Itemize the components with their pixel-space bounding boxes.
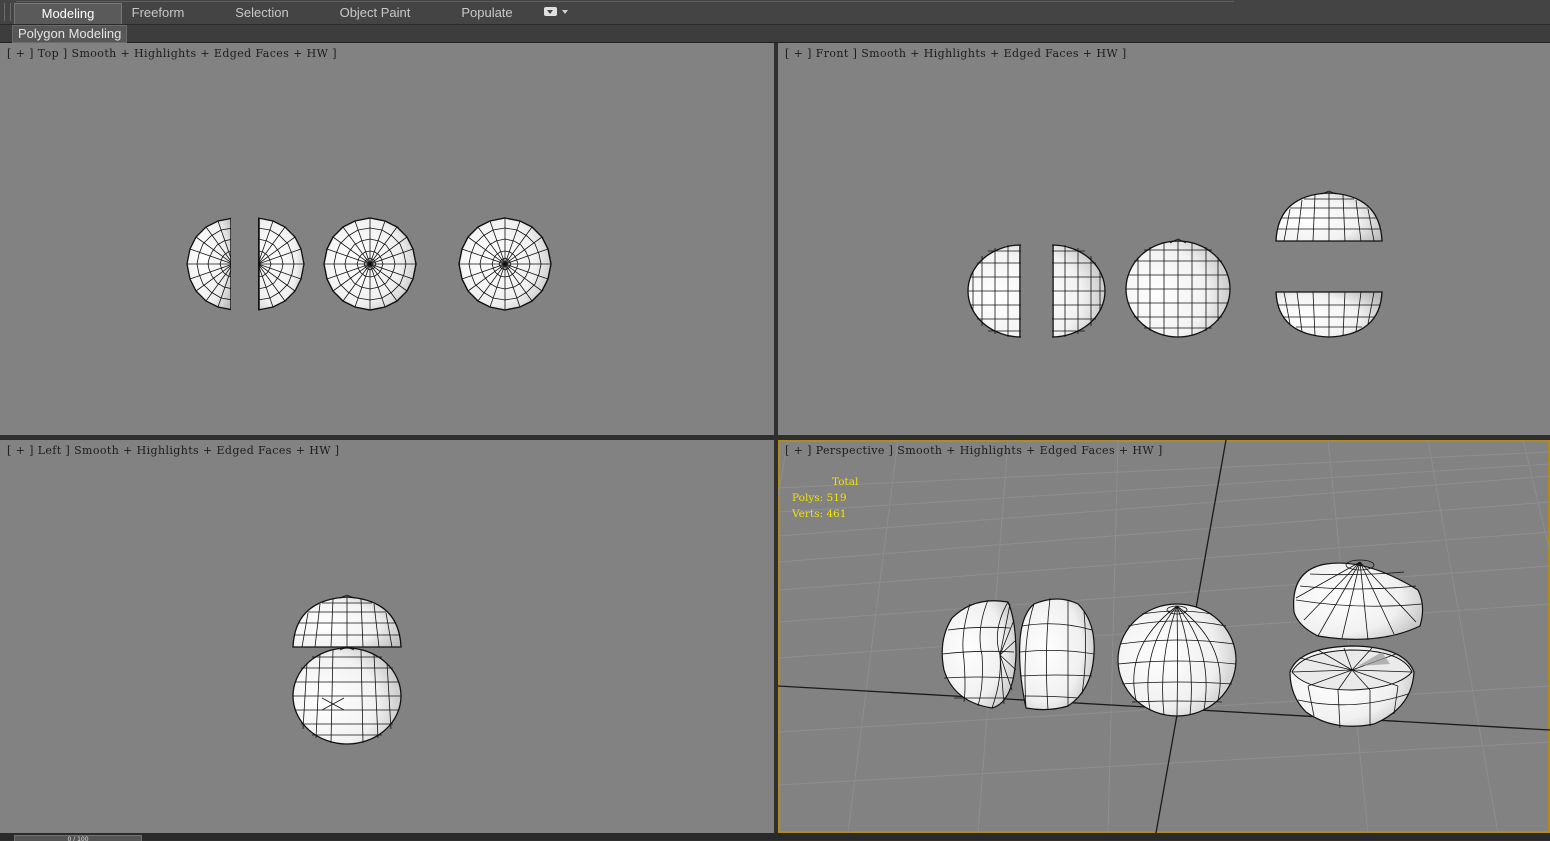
front-bottom-hemisphere (1275, 291, 1383, 338)
left-sphere (292, 646, 402, 745)
persp-sphere (1117, 603, 1237, 717)
ribbon-panel-bar: Polygon Modeling (0, 25, 1550, 43)
viewport-left[interactable]: [ + ] Left ] Smooth + Highlights + Edged… (0, 440, 774, 833)
sphere-top-view-1 (323, 217, 417, 311)
front-top-hemisphere (1275, 190, 1383, 242)
viewport-perspective[interactable]: [ + ] Perspective ] Smooth + Highlights … (778, 440, 1550, 833)
perspective-scene (778, 440, 1550, 833)
persp-split-left-half (941, 599, 1017, 709)
viewport-front[interactable]: [ + ] Front ] Smooth + Highlights + Edge… (778, 43, 1550, 435)
time-slider[interactable]: 0 / 100 (14, 835, 142, 841)
front-sphere (1125, 238, 1231, 338)
tab-object-paint[interactable]: Object Paint (333, 3, 417, 23)
viewport-front-label[interactable]: [ + ] Front ] Smooth + Highlights + Edge… (785, 47, 1127, 60)
tab-populate[interactable]: Populate (452, 3, 522, 23)
split-sphere-left-half (186, 217, 231, 311)
viewport-perspective-label[interactable]: [ + ] Perspective ] Smooth + Highlights … (785, 444, 1163, 457)
left-top-hemisphere (292, 594, 402, 648)
viewport-top[interactable]: [ + ] Top ] Smooth + Highlights + Edged … (0, 43, 774, 435)
time-slider-bar: 0 / 100 (0, 833, 1550, 841)
top-view-scene (186, 217, 552, 311)
tab-freeform[interactable]: Freeform (122, 3, 194, 23)
viewport-top-label[interactable]: [ + ] Top ] Smooth + Highlights + Edged … (7, 47, 337, 60)
left-view-scene (292, 594, 402, 745)
stats-polys: Polys: 519 (792, 492, 847, 504)
ribbon-divider (16, 1, 1234, 2)
ribbon-options-dropdown[interactable] (544, 6, 570, 18)
ribbon-toggle-icon (544, 7, 557, 16)
split-sphere-right-half (258, 217, 305, 311)
ribbon-grip[interactable] (4, 3, 11, 21)
persp-split-right-half (1019, 597, 1095, 711)
viewport-left-label[interactable]: [ + ] Left ] Smooth + Highlights + Edged… (7, 444, 340, 457)
scene-statistics: Total Polys: 519 Verts: 461 (792, 474, 858, 522)
persp-top-hemisphere (1293, 559, 1424, 641)
tab-selection[interactable]: Selection (226, 3, 298, 23)
chevron-down-icon (562, 10, 568, 14)
tab-modeling[interactable]: Modeling (14, 3, 122, 24)
ribbon-tab-bar: Modeling Freeform Selection Object Paint… (0, 0, 1550, 25)
stats-verts: Verts: 461 (792, 508, 847, 520)
polygon-modeling-button[interactable]: Polygon Modeling (12, 25, 128, 43)
stats-title: Total (832, 476, 859, 488)
front-view-scene (967, 190, 1383, 338)
sphere-top-view-2 (458, 217, 552, 311)
